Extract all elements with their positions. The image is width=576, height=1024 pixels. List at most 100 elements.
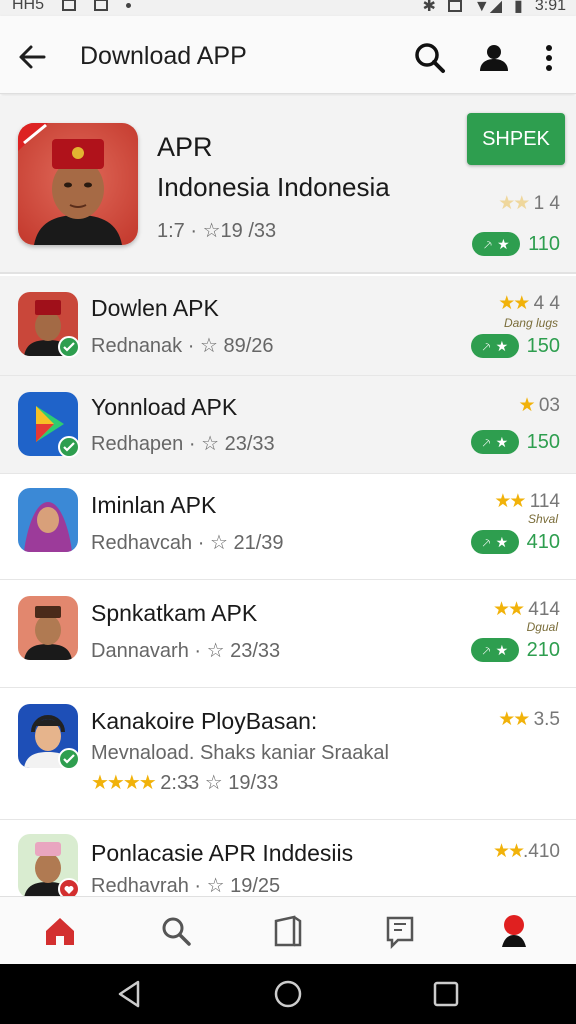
app-bar: Download APP [0, 16, 576, 94]
more-vert-icon[interactable] [536, 38, 562, 78]
download-pill: ⸕ ★ [470, 430, 519, 454]
list-item[interactable]: Kanakoire PloyBasan: Mevnaload. Shaks ka… [0, 688, 576, 820]
bookmark-icon[interactable] [380, 911, 420, 951]
search-icon[interactable] [156, 911, 196, 951]
rating-stars-icon: ★★ [492, 599, 525, 620]
star-outline-icon: ☆ [199, 335, 218, 357]
app-publisher: Redhavcah · [91, 532, 205, 554]
person-pink-cap-icon [18, 834, 80, 896]
star-icon: ★ [495, 641, 509, 658]
status-text-left: HH5 [12, 0, 45, 13]
system-nav-bar [0, 964, 576, 1024]
verified-check-icon [58, 436, 80, 458]
install-button[interactable]: SHPEK [467, 113, 565, 165]
featured-app-name: APR [157, 132, 213, 162]
status-time: 3:91 [534, 0, 566, 14]
app-rating: ★★ 114 [494, 490, 560, 513]
rating-stars-icon: ★★ [498, 193, 530, 214]
verified-check-icon [58, 336, 80, 358]
status-bar: HH5 ✱ ▼◢ ▮ 3:91 [0, 0, 576, 16]
app-meta: Redhapen · ☆ 23/33 [91, 431, 275, 456]
download-badge: ⸕ ★ 150 [470, 430, 560, 454]
featured-app-icon [18, 123, 138, 245]
app-meta: Rednanak · ☆ 89/26 [91, 333, 274, 358]
chart-icon: ⸕ [481, 641, 492, 658]
back-arrow-icon[interactable] [14, 38, 52, 76]
app-rating-sublabel: Dang lugs [503, 316, 558, 330]
download-pill: ⸕ ★ [470, 638, 519, 662]
battery-icon: ▮ [514, 0, 523, 15]
rating-stars-icon: ★★★★ [91, 772, 157, 794]
list-item[interactable]: Yonnload APK Redhapen · ☆ 23/33 ★ 03 ⸕ ★ … [0, 376, 576, 474]
list-item[interactable]: Spnkatkam APK Dannavarh · ☆ 23/33 ★★ 414… [0, 580, 576, 688]
download-count: 410 [526, 530, 560, 553]
library-icon[interactable] [268, 911, 308, 951]
download-pill: ⸕ ★ [472, 232, 521, 256]
star-icon: ★ [497, 235, 510, 252]
page-title: Download APP [80, 42, 247, 70]
app-rating-sublabel: Dgual [526, 620, 558, 634]
star-outline-icon: ☆ [204, 772, 223, 794]
featured-app-card[interactable]: APR Indonesia Indonesia 1:7 · ☆19 /33 SH… [0, 96, 576, 274]
person-peci-icon [18, 596, 78, 660]
list-item[interactable]: Ponlacasie APR Inddesiis Redhavrah · ☆ 1… [0, 820, 576, 896]
app-name: Iminlan APK [91, 492, 217, 518]
app-rating-value: 414 [528, 599, 560, 620]
app-rating-value: 4 4 [533, 293, 560, 314]
app-publisher: Redhapen · [91, 433, 196, 455]
screenshot-icon [62, 0, 77, 11]
app-count: 89/26 [223, 335, 274, 357]
featured-download-count: 110 [528, 232, 560, 255]
star-outline-icon: ☆ [206, 875, 225, 896]
star-icon: ★ [495, 533, 509, 550]
clipboard-icon [94, 0, 109, 11]
app-count: 19/25 [230, 875, 281, 896]
star-outline-icon: ☆ [201, 433, 220, 455]
chart-icon: ⸕ [481, 433, 492, 450]
download-badge: ⸕ ★ 210 [470, 638, 560, 662]
featured-download-badge: ⸕ ★ 110 [472, 232, 560, 256]
dot-icon [126, 2, 132, 8]
person-hijab-icon [18, 488, 78, 552]
app-count: 19/33 [228, 772, 279, 794]
account-icon[interactable] [474, 38, 514, 78]
nav-back-icon[interactable] [114, 978, 146, 1010]
app-name: Yonnload APK [91, 394, 238, 420]
app-meta: ★★★★ 2:3̵3 ☆ 19/33 [91, 770, 278, 795]
featured-rating: ★★ 1 4 [498, 192, 560, 215]
list-item[interactable]: Iminlan APK Redhavcah · ☆ 21/39 ★★ 114 S… [0, 474, 576, 580]
app-publisher: Dannavarh · [91, 640, 202, 662]
nav-recents-icon[interactable] [430, 978, 462, 1010]
app-rating-value: .410 [523, 841, 560, 862]
rating-star-icon: ★ [518, 395, 536, 416]
download-badge: ⸕ ★ 410 [470, 530, 560, 554]
chart-icon: ⸕ [481, 533, 492, 550]
app-rating-value: 3.5 [533, 709, 560, 730]
app-count: 23/33 [230, 640, 281, 662]
app-name: Ponlacasie APR Inddesiis [91, 840, 354, 866]
rating-stars-icon: ★★ [494, 491, 526, 512]
rating-stars-icon: ★★ [498, 709, 530, 730]
nav-home-icon[interactable] [272, 978, 304, 1010]
app-name: Spnkatkam APK [91, 600, 258, 626]
bottom-nav [0, 896, 576, 964]
star-icon: ★ [495, 337, 509, 354]
app-count: 21/39 [233, 532, 284, 554]
list-item[interactable]: Dowlen APK Rednanak · ☆ 89/26 ★★ 4 4 Dan… [0, 276, 576, 376]
rating-stars-icon: ★★ [498, 293, 530, 314]
app-meta: Dannavarh · ☆ 23/33 [91, 638, 280, 663]
app-count: 23/33 [224, 433, 275, 455]
home-icon[interactable] [40, 911, 80, 951]
profile-icon[interactable] [494, 911, 534, 951]
app-name: Kanakoire PloyBasan: [91, 708, 318, 734]
rating-stars-icon: ★★ [492, 841, 525, 862]
featured-app-subtitle: Indonesia Indonesia [157, 172, 390, 202]
featured-meta-prefix: 1:7 · [157, 220, 198, 242]
app-rating: ★★ 4 4 [498, 292, 560, 315]
download-badge: ⸕ ★ 150 [470, 334, 560, 358]
download-pill: ⸕ ★ [470, 530, 519, 554]
star-icon: ★ [495, 433, 509, 450]
search-icon[interactable] [410, 38, 450, 78]
app-rating-value: 114 [529, 491, 560, 512]
star-outline-icon: ☆ [209, 532, 228, 554]
